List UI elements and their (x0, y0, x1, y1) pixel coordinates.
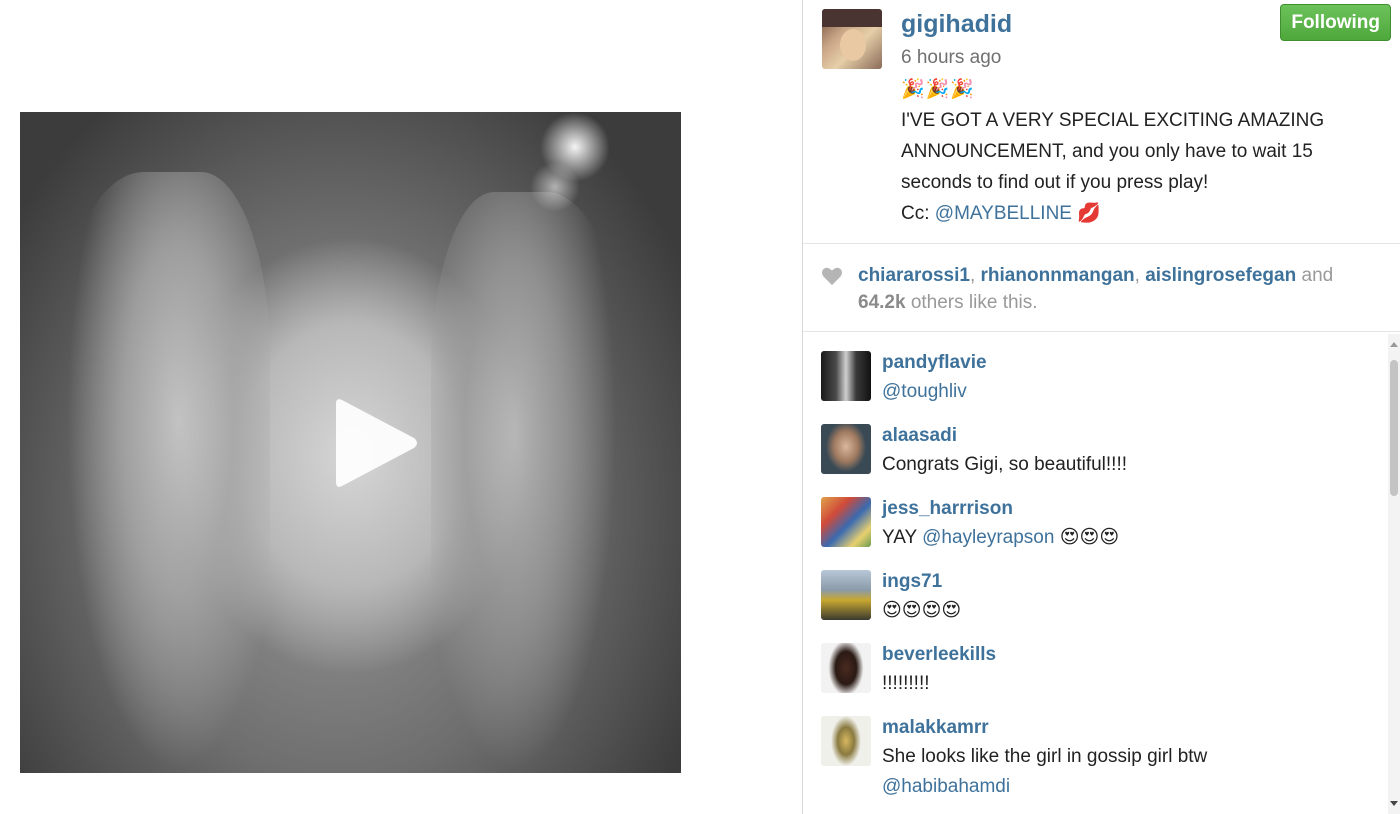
comment-text: 😍😍😍😍 (882, 600, 962, 621)
author-avatar[interactable] (822, 9, 882, 69)
likes-summary: chiararossi1, rhianonnmangan, aislingros… (858, 265, 1334, 313)
comment-mention-link[interactable]: @habibahamdi (882, 776, 1010, 797)
post-details-pane: gigihadid 6 hours ago Following 🎉🎉🎉 I'VE… (802, 0, 1400, 814)
likes-count[interactable]: 64.2k (858, 292, 906, 313)
caption-mention-link[interactable]: @MAYBELLINE (935, 203, 1072, 224)
heart-icon[interactable] (821, 266, 843, 286)
likes-and-word: and (1296, 265, 1334, 286)
author-avatar-hat (822, 9, 882, 27)
author-username[interactable]: gigihadid (901, 10, 1012, 39)
comment-text: YAY @hayleyrapson 😍😍😍 (882, 523, 1362, 553)
commenter-avatar[interactable] (821, 497, 871, 547)
scroll-up-arrow-icon[interactable] (1390, 342, 1398, 347)
caption-emoji: 🎉🎉🎉 (901, 79, 975, 100)
commenter-username[interactable]: alaasadi (882, 425, 957, 447)
commenter-avatar[interactable] (821, 570, 871, 620)
comment-text: @toughliv (882, 377, 1362, 407)
post-header: gigihadid 6 hours ago Following 🎉🎉🎉 I'VE… (803, 0, 1400, 244)
comment-mention-link[interactable]: @hayleyrapson (922, 527, 1054, 548)
comment-text-prefix: YAY (882, 527, 923, 548)
commenter-username[interactable]: ings71 (882, 571, 942, 593)
video-thumbnail-hair-right (431, 192, 641, 773)
caption-cc-emoji: 💋 (1077, 203, 1101, 224)
video-thumbnail-hair-left (40, 172, 270, 773)
commenter-username[interactable]: pandyflavie (882, 352, 987, 374)
liker-link[interactable]: chiararossi1 (858, 265, 970, 286)
commenter-avatar[interactable] (821, 351, 871, 401)
following-button[interactable]: Following (1280, 4, 1391, 41)
commenter-username[interactable]: beverleekills (882, 644, 996, 666)
post-timestamp: 6 hours ago (901, 47, 1002, 68)
comment-body: She looks like the girl in gossip girl b… (882, 746, 1208, 767)
caption-text: I'VE GOT A VERY SPECIAL EXCITING AMAZING… (901, 110, 1325, 193)
video-thumbnail-bokeh (530, 162, 580, 212)
caption-cc-prefix: Cc: (901, 203, 935, 224)
scroll-down-arrow-icon[interactable] (1390, 801, 1398, 806)
media-pane (0, 0, 802, 814)
comment-mention-link[interactable]: @toughliv (882, 381, 967, 402)
likes-section: chiararossi1, rhianonnmangan, aislingros… (803, 244, 1400, 332)
comments-list: pandyflavie @toughliv alaasadi Congrats … (803, 334, 1389, 814)
commenter-username[interactable]: jess_harrrison (882, 498, 1013, 520)
play-button[interactable] (320, 388, 430, 498)
commenter-avatar[interactable] (821, 424, 871, 474)
liker-link[interactable]: rhianonnmangan (981, 265, 1135, 286)
comment-text-suffix: 😍😍😍 (1054, 527, 1120, 548)
scrollbar-thumb[interactable] (1390, 360, 1398, 496)
commenter-username[interactable]: malakkamrr (882, 717, 989, 739)
commenter-avatar[interactable] (821, 716, 871, 766)
play-icon (336, 399, 417, 487)
likes-suffix: others like this. (905, 292, 1038, 313)
post-caption: 🎉🎉🎉 I'VE GOT A VERY SPECIAL EXCITING AMA… (901, 74, 1371, 229)
commenter-avatar[interactable] (821, 643, 871, 693)
comment-text: !!!!!!!!! (882, 673, 930, 694)
liker-link[interactable]: aislingrosefegan (1145, 265, 1296, 286)
comment-text: She looks like the girl in gossip girl b… (882, 742, 1362, 802)
video-player[interactable] (20, 112, 681, 773)
comments-scrollbar[interactable] (1388, 334, 1400, 814)
author-avatar-face (840, 29, 866, 61)
comment-text: Congrats Gigi, so beautiful!!!! (882, 454, 1128, 475)
